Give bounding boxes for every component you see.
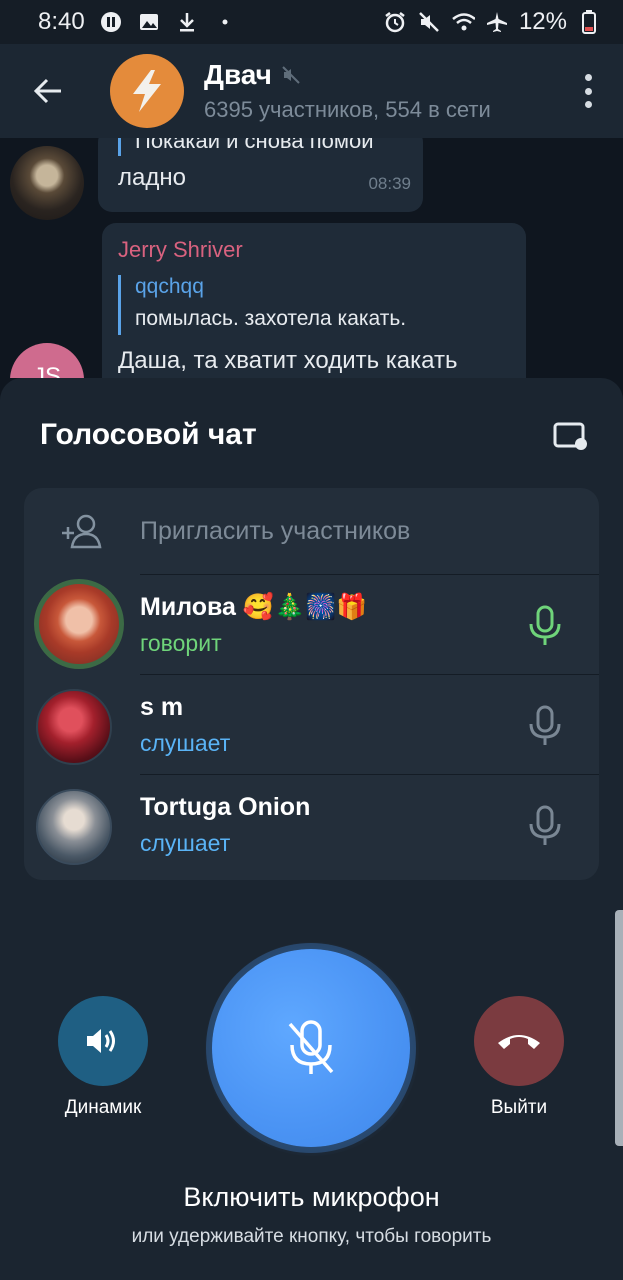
chat-header: Двач 6395 участников, 554 в сети — [0, 44, 623, 138]
participant-row[interactable]: Милова 🥰🎄🎆🎁 говорит — [34, 574, 599, 674]
media-pause-icon — [99, 10, 123, 34]
message-text: Даша, та хватит ходить какать — [118, 347, 458, 374]
mic-hint-subtitle: или удерживайте кнопку, чтобы говорить — [131, 1226, 492, 1247]
lightning-logo-icon — [133, 70, 161, 112]
participant-status: говорит — [140, 629, 222, 656]
battery-percent: 12% — [518, 8, 567, 35]
speaker-button[interactable] — [58, 996, 148, 1086]
mic-icon[interactable] — [525, 805, 565, 847]
message-bubble[interactable]: Покакай и снова помой ладно 08:39 — [98, 138, 423, 212]
avatar — [36, 789, 112, 865]
mic-hint-title: Включить микрофон — [183, 1182, 440, 1212]
airplane-icon — [485, 10, 509, 34]
speaker-label: Динамик — [64, 1097, 142, 1118]
message-time: 08:39 — [368, 174, 411, 193]
sheet-title: Голосовой чат — [40, 418, 257, 451]
hangup-icon — [498, 1035, 540, 1049]
chat-title: Двач — [204, 59, 272, 90]
speaker-icon — [87, 1029, 115, 1053]
participants-list: Пригласить участников Милова 🥰🎄🎆🎁 говори… — [24, 488, 599, 880]
leave-label: Выйти — [490, 1097, 548, 1118]
message-list: Покакай и снова помой ладно 08:39 Jerry … — [0, 138, 623, 378]
battery-icon — [577, 10, 601, 34]
status-time: 8:40 — [38, 8, 85, 35]
reply-author: qqchqq — [135, 275, 204, 298]
dot-icon — [213, 10, 237, 34]
participant-row[interactable]: s m слушает — [36, 674, 599, 774]
add-user-icon — [62, 514, 102, 549]
alarm-icon — [383, 10, 407, 34]
message-text: ладно — [118, 164, 186, 191]
back-arrow-icon — [33, 78, 61, 104]
mic-icon[interactable] — [525, 605, 565, 647]
participant-status: слушает — [140, 829, 231, 856]
chat-subtitle: 6395 участников, 554 в сети — [204, 97, 491, 122]
reply-text: помылась. захотела какать. — [135, 307, 407, 330]
message-bubble[interactable]: Jerry Shriver qqchqq помылась. захотела … — [102, 223, 526, 378]
avatar — [34, 579, 124, 669]
message-author: Jerry Shriver — [118, 237, 243, 262]
avatar-initials: JS — [32, 363, 61, 378]
muted-icon — [282, 66, 300, 84]
participant-name: s m — [140, 692, 184, 721]
avatar[interactable] — [10, 146, 84, 220]
status-bar: 8:40 12% — [0, 0, 623, 44]
reply-quote: qqchqq помылась. захотела какать. — [118, 275, 406, 335]
participant-name: Милова 🥰🎄🎆🎁 — [140, 592, 368, 621]
leave-button[interactable] — [474, 996, 564, 1086]
mute-icon — [417, 10, 441, 34]
avatar[interactable]: JS — [10, 343, 84, 378]
mic-icon[interactable] — [525, 705, 565, 747]
avatar — [36, 689, 112, 765]
invite-participants-button[interactable]: Пригласить участников — [24, 488, 599, 574]
chat-avatar[interactable] — [110, 54, 184, 128]
back-button[interactable] — [0, 44, 96, 138]
participant-name: Tortuga Onion — [140, 792, 311, 821]
wifi-icon — [451, 10, 475, 34]
invite-label: Пригласить участников — [140, 516, 411, 545]
scrollbar[interactable] — [615, 910, 623, 1146]
chat-title-block[interactable]: Двач 6395 участников, 554 в сети — [204, 59, 491, 123]
participant-row[interactable]: Tortuga Onion слушает — [36, 774, 599, 874]
mic-off-icon — [288, 1020, 334, 1074]
toggle-mic-button[interactable] — [212, 949, 410, 1147]
pip-icon[interactable] — [553, 422, 589, 452]
participant-status: слушает — [140, 729, 231, 756]
image-icon — [137, 10, 161, 34]
download-icon — [175, 10, 199, 34]
more-icon[interactable] — [585, 74, 593, 108]
reply-quote: Покакай и снова помой — [118, 138, 374, 156]
